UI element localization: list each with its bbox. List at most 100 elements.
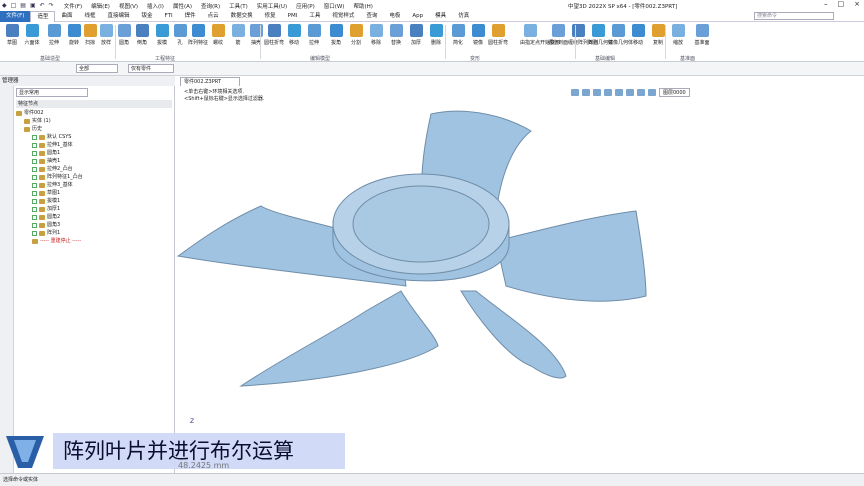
ribbon-button[interactable]: 镜像几何体 <box>608 24 633 46</box>
visibility-checkbox[interactable] <box>32 206 37 212</box>
fan-model[interactable] <box>176 76 864 473</box>
open-icon[interactable]: ▤ <box>20 2 26 9</box>
search-command-input[interactable]: 搜索命令 <box>754 12 834 20</box>
ribbon-tab[interactable]: 模具 <box>429 11 452 22</box>
menu-item[interactable]: 应用(P) <box>296 2 315 10</box>
ribbon-button[interactable]: 圆柱折弯 <box>264 24 284 46</box>
ribbon-tab[interactable]: 焊件 <box>179 11 202 22</box>
part-filter-dropdown[interactable]: 仅有零件 <box>128 64 174 73</box>
ribbon-tab[interactable]: 仿真 <box>452 11 475 22</box>
graphics-viewport[interactable]: 零件002.Z3PRT <单击右键>环境相关选项. <Shift+鼠标右键>显示… <box>176 76 864 473</box>
tree-item[interactable]: 阵列1 <box>16 229 172 237</box>
ribbon-button[interactable]: 替换 <box>386 24 406 46</box>
tree-item[interactable]: 历史 <box>16 125 172 133</box>
visibility-checkbox[interactable] <box>32 166 37 172</box>
ribbon-button[interactable]: 圆柱折弯 <box>488 24 508 46</box>
ribbon-tab[interactable]: 数据交换 <box>225 11 259 22</box>
menu-item[interactable]: 插入(I) <box>147 2 164 10</box>
menu-item[interactable]: 视图(V) <box>119 2 138 10</box>
ribbon-tab[interactable]: App <box>406 11 429 22</box>
ribbon-button[interactable]: 草图 <box>2 24 22 46</box>
ribbon-button[interactable]: 基准面 <box>692 24 712 46</box>
tree-item[interactable]: 拔模1 <box>16 197 172 205</box>
tree-item[interactable]: 实体 (1) <box>16 117 172 125</box>
visibility-checkbox[interactable] <box>32 190 37 196</box>
menu-item[interactable]: 编辑(E) <box>91 2 110 10</box>
tree-item[interactable]: 加厚1 <box>16 205 172 213</box>
save-icon[interactable]: ▣ <box>30 2 36 9</box>
ribbon-button[interactable]: 拉伸 <box>44 24 64 46</box>
ribbon-tab[interactable]: 点云 <box>202 11 225 22</box>
undo-icon[interactable]: ↶ <box>40 2 45 9</box>
close-icon[interactable]: × <box>854 0 860 8</box>
ribbon-tab[interactable]: 直接编辑 <box>102 11 136 22</box>
maximize-icon[interactable]: □ <box>838 0 845 8</box>
tree-item[interactable]: 拉伸2_凸台 <box>16 165 172 173</box>
menu-item[interactable]: 属性(A) <box>173 2 192 10</box>
ribbon-button[interactable]: 倒角 <box>132 24 152 46</box>
menu-item[interactable]: 实用工具(U) <box>257 2 287 10</box>
ribbon-tab[interactable]: 视觉样式 <box>326 11 360 22</box>
ribbon-button[interactable]: 孔 <box>170 24 190 46</box>
menu-item[interactable]: 工具(T) <box>229 2 248 10</box>
ribbon-button[interactable]: 加厚 <box>406 24 426 46</box>
tree-item[interactable]: 拉伸3_基体 <box>16 181 172 189</box>
tree-item[interactable]: 圆角1 <box>16 149 172 157</box>
ribbon-button[interactable]: 简化 <box>448 24 468 46</box>
ribbon-button[interactable]: 拉伸 <box>304 24 324 46</box>
ribbon-button[interactable]: 阵列几何体 <box>588 24 613 46</box>
visibility-checkbox[interactable] <box>32 222 37 228</box>
visibility-checkbox[interactable] <box>32 150 37 156</box>
ribbon-tab[interactable]: 修复 <box>259 11 282 22</box>
ribbon-button[interactable]: 分割 <box>346 24 366 46</box>
redo-icon[interactable]: ↷ <box>49 2 54 9</box>
ribbon-button[interactable]: 筋 <box>228 24 248 46</box>
ribbon-tab[interactable]: 电极 <box>383 11 406 22</box>
ribbon-tab[interactable]: 曲面 <box>55 11 78 22</box>
menu-item[interactable]: 查询(R) <box>201 2 220 10</box>
ribbon-button[interactable]: 放样 <box>96 24 116 46</box>
ribbon-tab[interactable]: 钣金 <box>136 11 159 22</box>
tree-item[interactable]: 拉伸1_基体 <box>16 141 172 149</box>
ribbon-tab[interactable]: 线框 <box>79 11 102 22</box>
ribbon-button[interactable]: 拔角 <box>326 24 346 46</box>
visibility-checkbox[interactable] <box>32 214 37 220</box>
visibility-checkbox[interactable] <box>32 174 37 180</box>
filter-dropdown[interactable]: 全部 <box>76 64 118 73</box>
menu-item[interactable]: 文件(F) <box>64 2 82 10</box>
ribbon-tab[interactable]: PMI <box>282 11 304 22</box>
ribbon-button[interactable]: 移动 <box>628 24 648 46</box>
menu-item[interactable]: 窗口(W) <box>324 2 345 10</box>
ribbon-tab[interactable]: 工具 <box>303 11 326 22</box>
ribbon-button[interactable]: 拔模 <box>152 24 172 46</box>
ribbon-tab[interactable]: 文件(F) <box>0 10 31 22</box>
tree-item[interactable]: 默认 CSYS <box>16 133 172 141</box>
app-icon[interactable]: ◆ <box>2 2 7 9</box>
visibility-checkbox[interactable] <box>32 134 37 140</box>
ribbon-button[interactable]: 六面体 <box>22 24 42 46</box>
visibility-checkbox[interactable] <box>32 158 37 164</box>
tree-item[interactable]: 圆角3 <box>16 221 172 229</box>
tree-item[interactable]: 抽壳1 <box>16 157 172 165</box>
minimize-icon[interactable]: – <box>824 0 828 8</box>
tree-item[interactable]: 圆角2 <box>16 213 172 221</box>
visibility-checkbox[interactable] <box>32 230 37 236</box>
display-dropdown[interactable]: 显示常用 <box>16 88 88 97</box>
ribbon-tab[interactable]: FTI <box>159 11 179 22</box>
tree-item[interactable]: ----- 重建停止 ----- <box>16 237 172 245</box>
tree-item[interactable]: 草图1 <box>16 189 172 197</box>
ribbon-button[interactable]: 缠绕阵列到面 <box>568 24 598 46</box>
ribbon-tab[interactable]: 造型 <box>30 10 56 22</box>
menu-item[interactable]: 帮助(H) <box>353 2 372 10</box>
ribbon-button[interactable]: 缩放 <box>668 24 688 46</box>
ribbon-tab[interactable]: 查询 <box>360 11 383 22</box>
visibility-checkbox[interactable] <box>32 182 37 188</box>
ribbon-button[interactable]: 抽壳 <box>246 24 266 46</box>
ribbon-button[interactable]: 移除 <box>366 24 386 46</box>
ribbon-button[interactable]: 由指定点开始变形 <box>520 24 560 46</box>
ribbon-button[interactable]: 阵列特征 <box>188 24 208 46</box>
new-icon[interactable]: □ <box>11 2 17 9</box>
ribbon-button[interactable]: 螺纹 <box>208 24 228 46</box>
ribbon-button[interactable]: 删除 <box>426 24 446 46</box>
tree-item[interactable]: 零件002 <box>16 109 172 117</box>
